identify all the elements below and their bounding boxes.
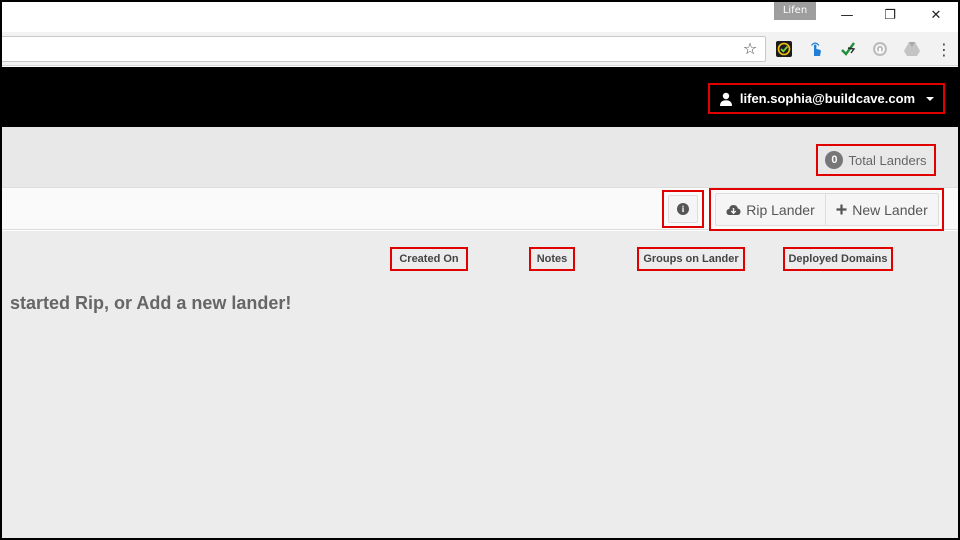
circle-lock-icon[interactable]: [870, 39, 890, 59]
profile-chip[interactable]: Lifen: [774, 2, 816, 20]
app-navbar: lifen.sophia@buildcave.com: [2, 67, 958, 127]
column-header-groups-on-lander[interactable]: Groups on Lander: [637, 247, 745, 271]
browser-menu-icon[interactable]: ⋮: [934, 39, 954, 59]
lander-actions-highlight: Rip Lander New Lander: [709, 188, 944, 231]
user-menu-dropdown[interactable]: lifen.sophia@buildcave.com: [708, 83, 945, 114]
info-button-highlight: i: [662, 190, 704, 228]
rip-lander-label: Rip Lander: [746, 201, 815, 218]
info-button[interactable]: i: [668, 195, 698, 223]
action-bar: i Rip Lander New Lander: [2, 187, 958, 231]
column-header-deployed-domains[interactable]: Deployed Domains: [783, 247, 893, 271]
browser-window: Lifen — ❐ ✕ ☆ ⋮ lifen.sophia@buildcave.c…: [0, 0, 960, 540]
empty-state-message: started Rip, or Add a new lander!: [10, 293, 292, 313]
lander-actions: Rip Lander New Lander: [715, 193, 939, 226]
user-email: lifen.sophia@buildcave.com: [739, 91, 916, 106]
column-header-notes[interactable]: Notes: [529, 247, 575, 271]
user-icon: [719, 92, 732, 106]
info-icon: i: [677, 203, 689, 215]
hand-touch-icon[interactable]: [806, 39, 826, 59]
new-lander-button[interactable]: New Lander: [825, 194, 938, 225]
star-icon[interactable]: ☆: [740, 39, 760, 59]
title-bar: Lifen — ❐ ✕: [2, 2, 958, 32]
new-lander-label: New Lander: [852, 201, 928, 218]
chevron-down-icon: [926, 96, 935, 101]
landers-table: Created On Notes Groups on Lander Deploy…: [2, 231, 958, 538]
browser-toolbar: ☆ ⋮: [2, 32, 958, 66]
minimize-icon[interactable]: —: [837, 6, 857, 26]
total-landers-label: Total Landers: [848, 152, 927, 168]
count-badge: 0: [825, 151, 844, 169]
drive-triangle-icon[interactable]: [902, 39, 922, 59]
rip-lander-button[interactable]: Rip Lander: [716, 194, 825, 225]
arrow-leaf-icon[interactable]: [838, 39, 858, 59]
stats-bar: 0 Total Landers: [2, 127, 958, 187]
maximize-icon[interactable]: ❐: [880, 6, 900, 26]
plus-icon: [836, 204, 847, 215]
address-bar[interactable]: ☆: [2, 36, 766, 62]
checkmark-shield-icon[interactable]: [774, 39, 794, 59]
close-icon[interactable]: ✕: [926, 6, 946, 26]
total-landers-counter: 0 Total Landers: [816, 144, 936, 176]
cloud-download-icon: [726, 204, 741, 215]
column-header-created-on[interactable]: Created On: [390, 247, 468, 271]
